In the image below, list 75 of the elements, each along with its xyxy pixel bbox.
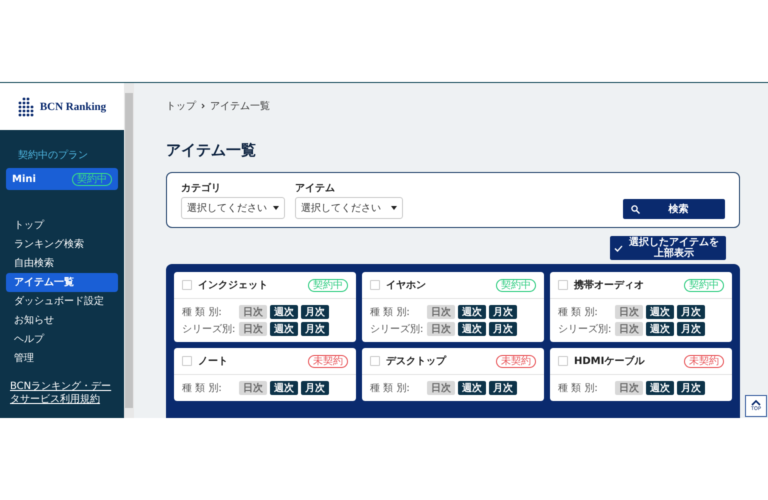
contract-status: 未契約 — [496, 354, 536, 368]
period-button[interactable]: 月次 — [489, 381, 517, 395]
caret-icon — [273, 206, 279, 210]
caret-up-icon — [751, 400, 761, 406]
row-label: シリーズ別: — [558, 323, 612, 336]
nav-item[interactable]: 自由検索 — [6, 254, 118, 273]
breadcrumb-link[interactable]: トップ — [166, 99, 196, 113]
nav-item[interactable]: トップ — [6, 216, 118, 235]
period-button[interactable]: 月次 — [677, 305, 705, 319]
period-button[interactable]: 週次 — [270, 305, 298, 319]
item-title: ノート — [198, 355, 229, 368]
checkbox[interactable] — [370, 280, 380, 290]
contract-status: 契約中 — [684, 278, 724, 292]
contract-status: 契約中 — [308, 278, 348, 292]
contract-status: 契約中 — [496, 278, 536, 292]
item-title: HDMIケーブル — [574, 354, 646, 368]
item-title: イヤホン — [386, 279, 427, 292]
breadcrumb-link[interactable]: アイテム一覧 — [210, 99, 270, 113]
period-button[interactable]: 週次 — [458, 381, 486, 395]
period-button[interactable]: 週次 — [646, 381, 674, 395]
row-label: 種 類 別: — [558, 382, 599, 395]
period-button[interactable]: 月次 — [301, 381, 329, 395]
nav-item[interactable]: アイテム一覧 — [6, 273, 118, 292]
row-label: 種 類 別: — [182, 306, 223, 319]
nav-item[interactable]: 管理 — [6, 349, 118, 368]
item-title: インクジェット — [198, 279, 269, 292]
dropdown[interactable]: 選択してください — [295, 197, 403, 219]
period-button[interactable]: 月次 — [301, 322, 329, 336]
checkbox[interactable] — [370, 356, 380, 366]
checkbox[interactable] — [558, 280, 568, 290]
check-icon — [614, 244, 623, 252]
plan-name: Mini — [12, 174, 36, 184]
period-button[interactable]: 週次 — [270, 381, 298, 395]
checkbox[interactable] — [182, 356, 192, 366]
item-title: デスクトップ — [386, 354, 448, 368]
period-button[interactable]: 週次 — [458, 322, 486, 336]
search-icon — [631, 204, 640, 214]
caret-icon — [391, 206, 397, 210]
period-button[interactable]: 週次 — [458, 305, 486, 319]
contract-status: 未契約 — [308, 354, 348, 368]
filter-label: アイテム — [295, 182, 336, 195]
period-button[interactable]: 週次 — [270, 322, 298, 336]
search-button[interactable]: 検索 — [623, 199, 725, 219]
plan-status: 契約中 — [72, 172, 112, 186]
chevron-icon — [201, 103, 205, 109]
row-label: 種 類 別: — [370, 382, 411, 395]
row-label: 種 類 別: — [182, 382, 223, 395]
nav-item[interactable]: ヘルプ — [6, 330, 118, 349]
row-label: 種 類 別: — [558, 306, 599, 319]
plan-label: 契約中のプラン — [18, 148, 89, 162]
show-selected-button[interactable]: 選択したアイテムを上部表示 — [610, 236, 726, 260]
period-button[interactable]: 月次 — [489, 322, 517, 336]
nav-item[interactable]: ダッシュボード設定 — [6, 292, 118, 311]
period-button[interactable]: 月次 — [677, 322, 705, 336]
nav-item[interactable]: ランキング検索 — [6, 235, 118, 254]
page-title: アイテム一覧 — [166, 141, 257, 160]
logo-text: BCN Ranking — [40, 100, 106, 112]
period-button[interactable]: 月次 — [677, 381, 705, 395]
period-button[interactable]: 月次 — [489, 305, 517, 319]
logo-icon — [18, 96, 34, 116]
row-label: シリーズ別: — [182, 323, 236, 336]
contract-status: 未契約 — [684, 354, 724, 368]
scrollbar[interactable] — [124, 83, 134, 418]
checkbox[interactable] — [558, 356, 568, 366]
checkbox[interactable] — [182, 280, 192, 290]
period-button[interactable]: 週次 — [646, 322, 674, 336]
row-label: 種 類 別: — [370, 306, 411, 319]
nav-item[interactable]: お知らせ — [6, 311, 118, 330]
period-button[interactable]: 月次 — [301, 305, 329, 319]
terms-link[interactable]: BCNランキング・データサービス利用規約 — [10, 380, 118, 406]
filter-label: カテゴリ — [181, 182, 222, 195]
row-label: シリーズ別: — [370, 323, 424, 336]
dropdown[interactable]: 選択してください — [181, 197, 285, 219]
period-button[interactable]: 週次 — [646, 305, 674, 319]
item-title: 携帯オーディオ — [574, 278, 645, 292]
